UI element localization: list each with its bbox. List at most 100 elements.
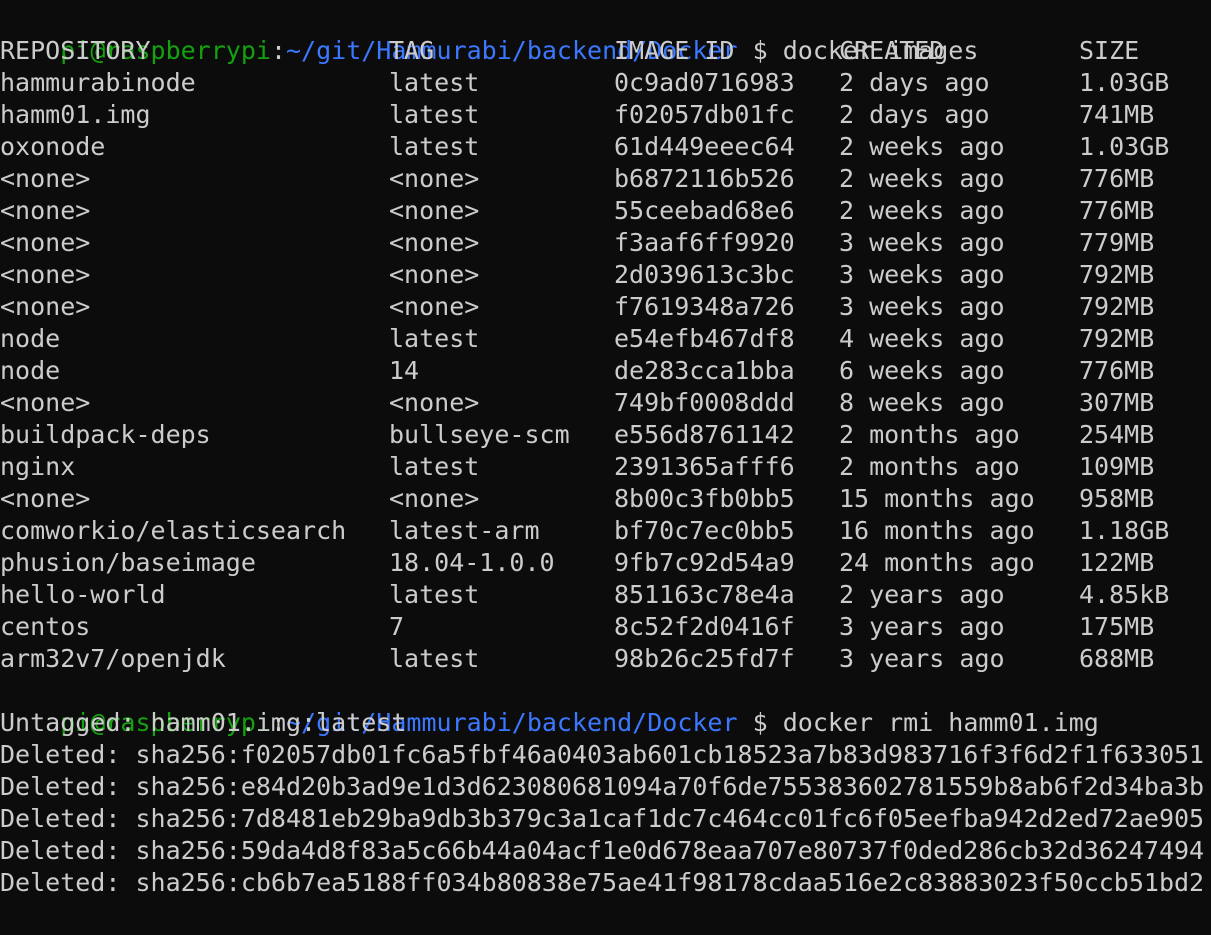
cell-repository: hamm01.img — [0, 100, 151, 129]
cell-created: 2 weeks ago — [839, 196, 1005, 225]
cell-size: 779MB — [1079, 228, 1155, 257]
table-row: node 14 de283cca1bba 6 weeks ago 776MB — [0, 355, 1211, 387]
cell-size: 175MB — [1079, 612, 1155, 641]
cell-size: 792MB — [1079, 260, 1155, 289]
table-row: hammurabinode latest 0c9ad0716983 2 days… — [0, 67, 1211, 99]
cell-repository: node — [0, 356, 61, 385]
table-row: oxonode latest 61d449eeec64 2 weeks ago … — [0, 131, 1211, 163]
output-line: Deleted: sha256:cb6b7ea5188ff034b80838e7… — [0, 868, 1205, 897]
command-text: docker rmi hamm01.img — [782, 708, 1099, 737]
cell-size: 1.03GB — [1079, 68, 1170, 97]
cell-repository: <none> — [0, 292, 91, 321]
cell-tag: bullseye-scm — [389, 420, 570, 449]
cell-image-id: 2d039613c3bc — [614, 260, 795, 289]
cell-image-id: 749bf0008ddd — [614, 388, 795, 417]
output-line: Untagged: hamm01.img:latest — [0, 708, 407, 737]
output-line: Deleted: sha256:7d8481eb29ba9db3b379c3a1… — [0, 804, 1205, 833]
cell-image-id: e54efb467df8 — [614, 324, 795, 353]
cell-size: 776MB — [1079, 196, 1155, 225]
cell-tag: <none> — [389, 292, 480, 321]
output-line: Deleted: sha256:e84d20b3ad9e1d3d62308068… — [0, 772, 1205, 801]
cell-created: 3 weeks ago — [839, 292, 1005, 321]
cell-repository: centos — [0, 612, 91, 641]
table-row: hello-world latest 851163c78e4a 2 years … — [0, 579, 1211, 611]
table-row: <none> <none> 2d039613c3bc 3 weeks ago 7… — [0, 259, 1211, 291]
cell-created: 24 months ago — [839, 548, 1035, 577]
table-row: comworkio/elasticsearch latest-arm bf70c… — [0, 515, 1211, 547]
prompt-line-current[interactable]: pi@raspberrypi:~/git/Hammurabi/backend/D… — [0, 899, 767, 935]
cell-tag: latest — [389, 324, 480, 353]
table-row: phusion/baseimage 18.04-1.0.0 9fb7c92d54… — [0, 547, 1211, 579]
cell-repository: <none> — [0, 228, 91, 257]
cell-created: 3 weeks ago — [839, 228, 1005, 257]
cell-size: 688MB — [1079, 644, 1155, 673]
cell-image-id: bf70c7ec0bb5 — [614, 516, 795, 545]
cell-size: 1.03GB — [1079, 132, 1170, 161]
cell-tag: <none> — [389, 260, 480, 289]
cell-created: 2 weeks ago — [839, 164, 1005, 193]
cell-size: 109MB — [1079, 452, 1155, 481]
cell-repository: <none> — [0, 484, 91, 513]
cell-size: 958MB — [1079, 484, 1155, 513]
prompt-line-2: pi@raspberrypi:~/git/Hammurabi/backend/D… — [0, 675, 1099, 737]
images-table-header: REPOSITORY TAG IMAGE ID CREATED SIZE — [0, 35, 1211, 67]
cell-image-id: e556d8761142 — [614, 420, 795, 449]
cell-size: 4.85kB — [1079, 580, 1170, 609]
cell-created: 2 years ago — [839, 580, 1005, 609]
table-row: centos 7 8c52f2d0416f 3 years ago 175MB — [0, 611, 1211, 643]
cell-tag: <none> — [389, 484, 480, 513]
cell-tag: latest — [389, 644, 480, 673]
header-repository: REPOSITORY — [0, 36, 151, 65]
cell-created: 2 weeks ago — [839, 132, 1005, 161]
terminal-window[interactable]: pi@raspberrypi:~/git/Hammurabi/backend/D… — [0, 0, 1211, 935]
cell-repository: <none> — [0, 196, 91, 225]
cell-repository: hello-world — [0, 580, 166, 609]
cell-repository: node — [0, 324, 61, 353]
cell-tag: <none> — [389, 228, 480, 257]
cell-image-id: f7619348a726 — [614, 292, 795, 321]
table-row: <none> <none> f7619348a726 3 weeks ago 7… — [0, 291, 1211, 323]
cell-image-id: 9fb7c92d54a9 — [614, 548, 795, 577]
header-tag: TAG — [389, 36, 435, 65]
header-image-id: IMAGE ID — [614, 36, 735, 65]
cell-created: 2 days ago — [839, 100, 990, 129]
cell-tag: <none> — [389, 388, 480, 417]
cell-image-id: 0c9ad0716983 — [614, 68, 795, 97]
cell-tag: latest — [389, 132, 480, 161]
cell-created: 15 months ago — [839, 484, 1035, 513]
table-row: <none> <none> 55ceebad68e6 2 weeks ago 7… — [0, 195, 1211, 227]
cell-repository: hammurabinode — [0, 68, 196, 97]
cell-size: 776MB — [1079, 164, 1155, 193]
cell-created: 4 weeks ago — [839, 324, 1005, 353]
cell-image-id: 61d449eeec64 — [614, 132, 795, 161]
table-row: node latest e54efb467df8 4 weeks ago 792… — [0, 323, 1211, 355]
cell-tag: <none> — [389, 164, 480, 193]
cell-created: 3 years ago — [839, 612, 1005, 641]
header-size: SIZE — [1079, 36, 1140, 65]
cell-tag: latest — [389, 452, 480, 481]
cell-size: 254MB — [1079, 420, 1155, 449]
cell-tag: 14 — [389, 356, 420, 385]
prompt-line-1: pi@raspberrypi:~/git/Hammurabi/backend/D… — [0, 3, 978, 65]
cell-tag: latest — [389, 68, 480, 97]
cell-tag: latest — [389, 100, 480, 129]
cell-created: 2 days ago — [839, 68, 990, 97]
table-row: <none> <none> 8b00c3fb0bb5 15 months ago… — [0, 483, 1211, 515]
table-row: arm32v7/openjdk latest 98b26c25fd7f 3 ye… — [0, 643, 1211, 675]
cell-tag: latest — [389, 580, 480, 609]
cell-size: 307MB — [1079, 388, 1155, 417]
header-created: CREATED — [839, 36, 945, 65]
output-line: Deleted: sha256:59da4d8f83a5c66b44a04acf… — [0, 836, 1205, 865]
cell-image-id: 2391365afff6 — [614, 452, 795, 481]
cell-size: 1.18GB — [1079, 516, 1170, 545]
cell-repository: comworkio/elasticsearch — [0, 516, 347, 545]
table-row: <none> <none> b6872116b526 2 weeks ago 7… — [0, 163, 1211, 195]
cell-image-id: 98b26c25fd7f — [614, 644, 795, 673]
cell-image-id: f02057db01fc — [614, 100, 795, 129]
cell-tag: 18.04-1.0.0 — [389, 548, 555, 577]
cell-repository: <none> — [0, 388, 91, 417]
cell-size: 792MB — [1079, 292, 1155, 321]
cell-created: 6 weeks ago — [839, 356, 1005, 385]
table-row: <none> <none> 749bf0008ddd 8 weeks ago 3… — [0, 387, 1211, 419]
cell-repository: phusion/baseimage — [0, 548, 256, 577]
